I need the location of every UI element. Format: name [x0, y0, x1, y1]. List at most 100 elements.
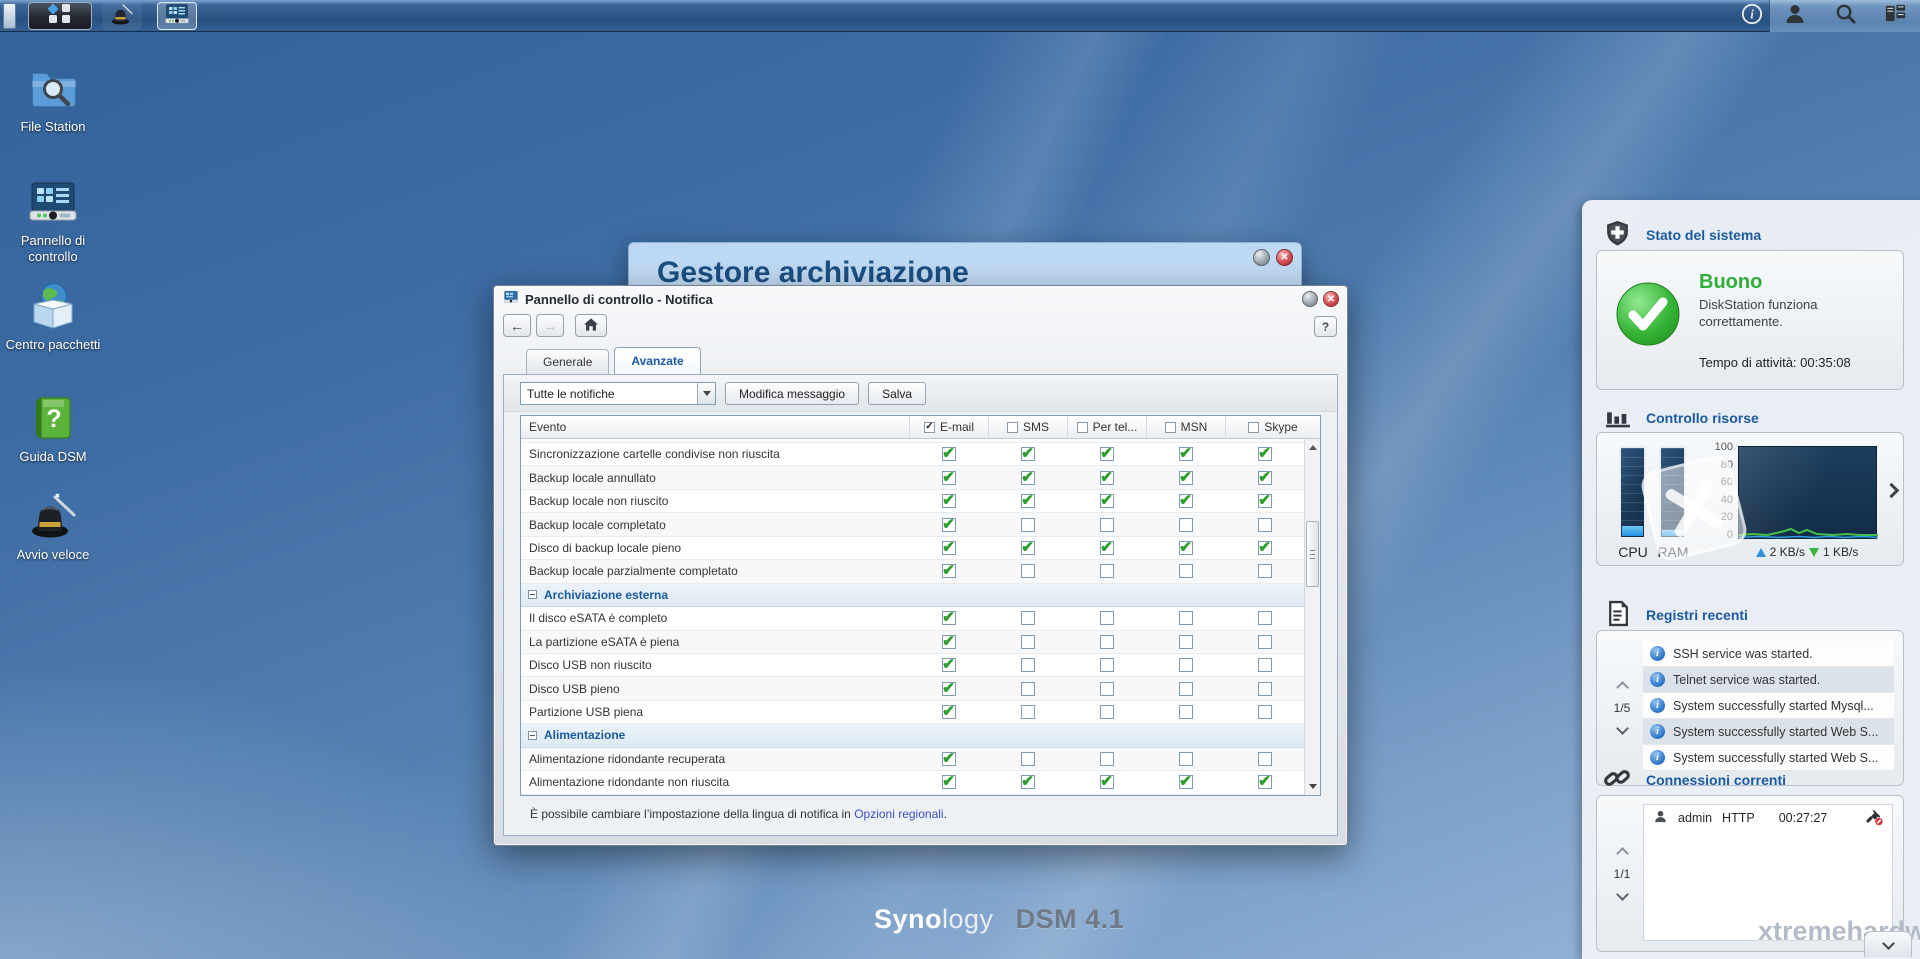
- notification-checkbox[interactable]: [1179, 775, 1193, 789]
- close-icon[interactable]: ✕: [1276, 249, 1293, 266]
- notification-checkbox[interactable]: [1100, 541, 1114, 555]
- back-button[interactable]: ←: [503, 314, 531, 337]
- column-checkbox[interactable]: [1007, 422, 1018, 433]
- notification-checkbox[interactable]: [1021, 635, 1035, 649]
- tab-avanzate[interactable]: Avanzate: [614, 347, 700, 374]
- table-row[interactable]: Backup locale non riuscito: [521, 490, 1304, 513]
- column-checkbox[interactable]: [1077, 422, 1088, 433]
- notification-checkbox[interactable]: [1179, 682, 1193, 696]
- notification-checkbox[interactable]: [1100, 611, 1114, 625]
- notification-checkbox[interactable]: [1179, 471, 1193, 485]
- notification-checkbox[interactable]: [1021, 541, 1035, 555]
- column-checkbox[interactable]: [924, 422, 935, 433]
- regional-options-link[interactable]: Opzioni regionali: [854, 807, 943, 821]
- desktop-icon-centro-pacchetti[interactable]: Centro pacchetti: [0, 280, 106, 353]
- section-header-row[interactable]: Archiviazione esterna: [521, 584, 1304, 607]
- window-titlebar[interactable]: Pannello di controllo - Notifica: [494, 286, 1347, 312]
- disconnect-icon[interactable]: [1865, 808, 1883, 829]
- tab-generale[interactable]: Generale: [526, 349, 609, 374]
- notification-checkbox[interactable]: [1021, 658, 1035, 672]
- notification-checkbox[interactable]: [1179, 635, 1193, 649]
- forward-button[interactable]: →: [536, 314, 564, 337]
- notification-checkbox[interactable]: [942, 705, 956, 719]
- connections-page-up-icon[interactable]: [1616, 847, 1629, 860]
- notification-checkbox[interactable]: [1258, 518, 1272, 532]
- column-header-email[interactable]: E-mail: [909, 416, 988, 438]
- desktop-icon-pannello-di-controllo[interactable]: Pannello di controllo: [0, 176, 106, 266]
- notification-checkbox[interactable]: [1258, 541, 1272, 555]
- notification-checkbox[interactable]: [1179, 564, 1193, 578]
- logs-page-up-icon[interactable]: [1616, 681, 1629, 694]
- edit-message-button[interactable]: Modifica messaggio: [725, 382, 859, 405]
- notification-checkbox[interactable]: [1100, 518, 1114, 532]
- notification-checkbox[interactable]: [942, 682, 956, 696]
- notification-checkbox[interactable]: [1258, 658, 1272, 672]
- notification-checkbox[interactable]: [942, 752, 956, 766]
- notification-checkbox[interactable]: [1179, 705, 1193, 719]
- connections-page-down-icon[interactable]: [1616, 888, 1629, 901]
- column-checkbox[interactable]: [1248, 422, 1259, 433]
- notification-checkbox[interactable]: [1179, 518, 1193, 532]
- scroll-up-arrow[interactable]: [1305, 440, 1320, 455]
- notification-checkbox[interactable]: [1100, 494, 1114, 508]
- log-entry[interactable]: iSystem successfully started Web S...: [1643, 719, 1894, 745]
- notification-checkbox[interactable]: [1021, 682, 1035, 696]
- help-button[interactable]: ?: [1314, 316, 1337, 337]
- notification-checkbox[interactable]: [942, 447, 956, 461]
- home-button[interactable]: [575, 314, 607, 337]
- scrollbar-thumb[interactable]: [1306, 521, 1319, 587]
- column-checkbox[interactable]: [1165, 422, 1176, 433]
- table-row[interactable]: Sincronizzazione cartelle condivise non …: [521, 443, 1304, 466]
- table-row[interactable]: Alimentazione ridondante recuperata: [521, 748, 1304, 771]
- notification-checkbox[interactable]: [942, 611, 956, 625]
- notification-checkbox[interactable]: [942, 775, 956, 789]
- table-row[interactable]: La partizione eSATA è piena: [521, 631, 1304, 654]
- notification-checkbox[interactable]: [1258, 611, 1272, 625]
- notification-checkbox[interactable]: [1021, 705, 1035, 719]
- notification-checkbox[interactable]: [1100, 658, 1114, 672]
- notification-checkbox[interactable]: [1021, 564, 1035, 578]
- notification-checkbox[interactable]: [1258, 705, 1272, 719]
- notification-checkbox[interactable]: [942, 518, 956, 532]
- scroll-down-arrow[interactable]: [1305, 779, 1320, 794]
- notification-checkbox[interactable]: [1179, 541, 1193, 555]
- show-desktop-button[interactable]: [3, 3, 16, 29]
- logs-page-down-icon[interactable]: [1616, 722, 1629, 735]
- notification-checkbox[interactable]: [942, 541, 956, 555]
- table-row[interactable]: Disco USB pieno: [521, 677, 1304, 700]
- table-scrollbar[interactable]: [1304, 439, 1320, 795]
- notification-checkbox[interactable]: [942, 471, 956, 485]
- notification-checkbox[interactable]: [942, 564, 956, 578]
- column-header-pertel[interactable]: Per tel...: [1067, 416, 1146, 438]
- notification-filter-select[interactable]: Tutte le notifiche: [520, 382, 716, 405]
- notification-checkbox[interactable]: [1021, 752, 1035, 766]
- notification-checkbox[interactable]: [1021, 775, 1035, 789]
- minimize-button[interactable]: [1302, 291, 1318, 307]
- table-row[interactable]: Backup locale completato: [521, 513, 1304, 536]
- quick-start-taskbar-button[interactable]: [102, 2, 142, 30]
- column-header-sms[interactable]: SMS: [988, 416, 1067, 438]
- notification-checkbox[interactable]: [1100, 682, 1114, 696]
- log-entry[interactable]: iTelnet service was started.: [1643, 667, 1894, 693]
- notification-checkbox[interactable]: [1258, 471, 1272, 485]
- collapse-icon[interactable]: [528, 590, 537, 599]
- widget-panel-button[interactable]: [1870, 0, 1920, 32]
- notification-checkbox[interactable]: [1258, 775, 1272, 789]
- notification-checkbox[interactable]: [1100, 705, 1114, 719]
- notification-checkbox[interactable]: [1021, 447, 1035, 461]
- notification-checkbox[interactable]: [942, 658, 956, 672]
- table-row[interactable]: Disco di backup locale pieno: [521, 537, 1304, 560]
- main-menu-button[interactable]: [28, 2, 92, 30]
- notification-checkbox[interactable]: [1179, 658, 1193, 672]
- table-row[interactable]: Il disco eSATA è completo: [521, 607, 1304, 630]
- notification-checkbox[interactable]: [1179, 752, 1193, 766]
- user-menu-button[interactable]: [1770, 0, 1820, 32]
- notification-checkbox[interactable]: [942, 635, 956, 649]
- table-row[interactable]: Backup locale parzialmente completato: [521, 560, 1304, 583]
- notification-checkbox[interactable]: [1100, 635, 1114, 649]
- save-button[interactable]: Salva: [868, 382, 926, 405]
- desktop-icon-avvio-veloce[interactable]: Avvio veloce: [0, 490, 106, 563]
- column-header-skype[interactable]: Skype: [1225, 416, 1320, 438]
- notification-checkbox[interactable]: [1100, 752, 1114, 766]
- notification-checkbox[interactable]: [1258, 752, 1272, 766]
